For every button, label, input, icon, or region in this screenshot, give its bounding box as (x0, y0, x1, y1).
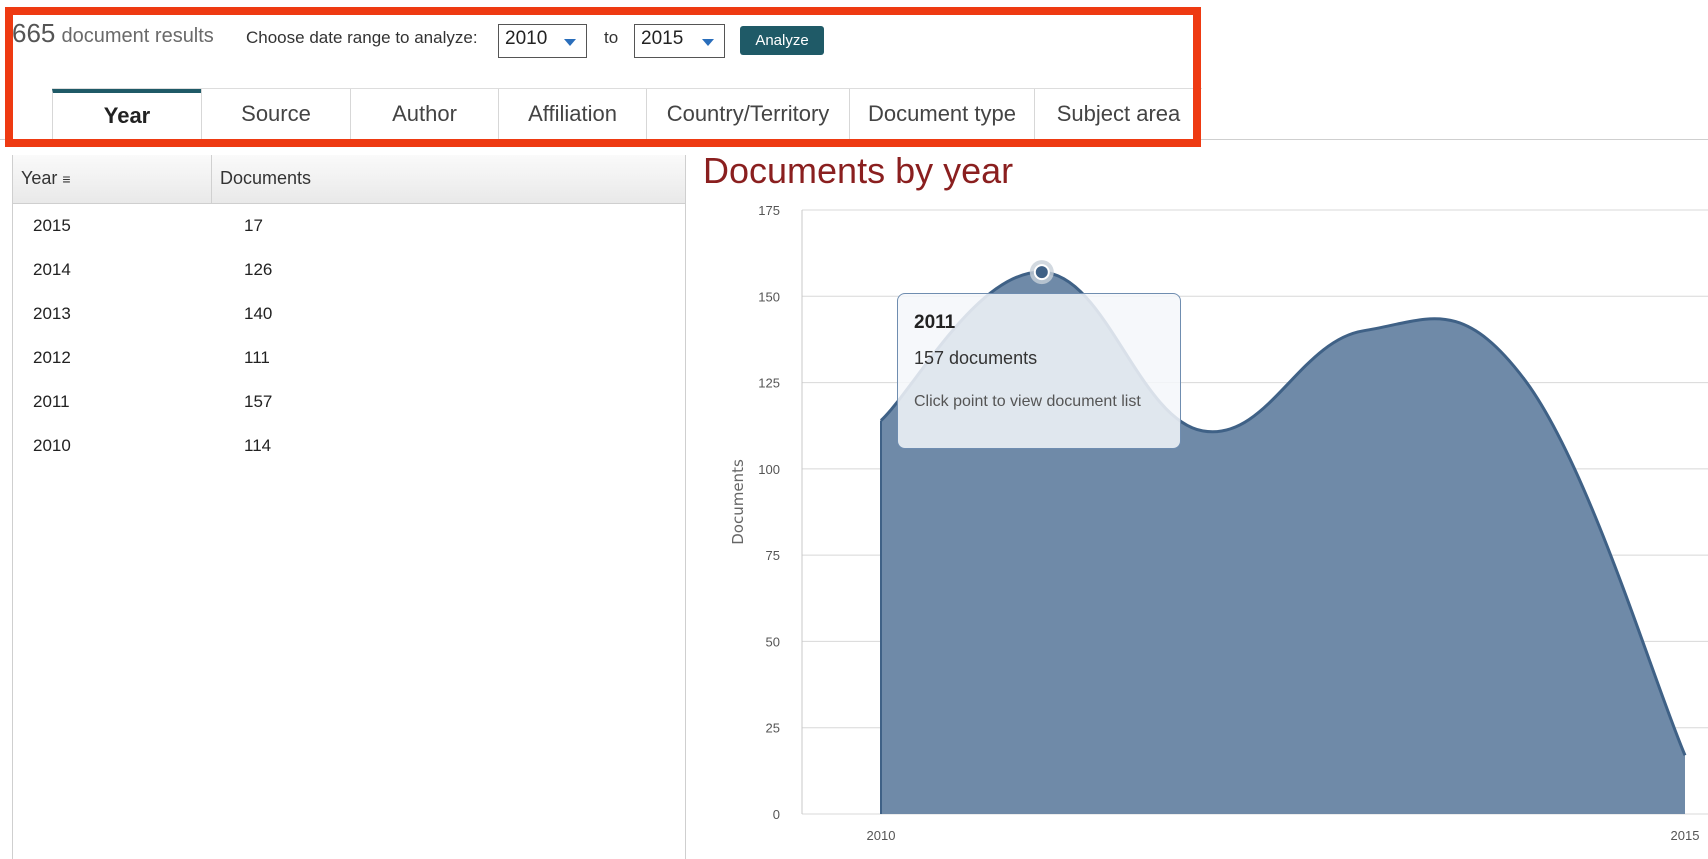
table-row[interactable]: 2011 157 (13, 382, 685, 426)
chevron-down-icon (702, 39, 714, 46)
y-tick-label: 75 (766, 548, 780, 563)
analysis-toolbar: 665 document results Choose date range t… (0, 0, 1708, 140)
tab-country-territory[interactable]: Country/Territory (646, 89, 849, 139)
year-cell: 2012 (33, 348, 71, 367)
y-tick-label: 25 (766, 721, 780, 736)
to-label: to (604, 28, 619, 47)
tab-author[interactable]: Author (350, 89, 498, 139)
sort-icon: ≡ (62, 171, 71, 187)
tab-subject-area[interactable]: Subject area (1034, 89, 1202, 139)
table-row[interactable]: 2013 140 (13, 294, 685, 338)
to-year-select[interactable]: 2015 (634, 24, 725, 58)
year-table: Year ≡ Documents 2015 17 2014 126 2013 1… (12, 155, 686, 859)
y-tick-label: 125 (758, 376, 780, 391)
tooltip-year: 2011 (914, 312, 956, 333)
year-cell: 2011 (33, 392, 70, 411)
analyze-button[interactable]: Analyze (740, 26, 824, 55)
tab-document-type[interactable]: Document type (849, 89, 1034, 139)
chart-tooltip: 2011 157 documents Click point to view d… (897, 293, 1181, 449)
chevron-down-icon (564, 39, 576, 46)
date-range-label: Choose date range to analyze: (246, 28, 478, 47)
to-year-value: 2015 (641, 28, 684, 49)
documents-cell[interactable]: 126 (244, 260, 272, 280)
column-divider (211, 155, 212, 203)
tab-year[interactable]: Year (52, 89, 201, 139)
y-tick-label: 50 (766, 634, 780, 649)
x-tick-label: 2015 (1671, 828, 1700, 843)
table-row[interactable]: 2010 114 (13, 426, 685, 470)
y-tick-label: 0 (773, 807, 780, 822)
results-count: 665 (12, 18, 56, 48)
tab-source[interactable]: Source (201, 89, 350, 139)
documents-cell[interactable]: 140 (244, 304, 272, 324)
documents-column-header[interactable]: Documents (220, 168, 311, 189)
table-row[interactable]: 2015 17 (13, 206, 685, 250)
from-year-select[interactable]: 2010 (498, 24, 587, 58)
year-cell: 2014 (33, 260, 71, 279)
year-cell: 2015 (33, 216, 71, 235)
y-tick-label: 100 (758, 462, 780, 477)
documents-cell[interactable]: 157 (244, 392, 272, 412)
tab-affiliation[interactable]: Affiliation (498, 89, 646, 139)
y-tick-label: 150 (758, 289, 780, 304)
documents-by-year-chart: Documents by year 0 25 50 75 100 125 150 175 Doc… (685, 140, 1708, 859)
table-row[interactable]: 2014 126 (13, 250, 685, 294)
year-cell: 2013 (33, 304, 71, 323)
x-tick-label: 2010 (867, 828, 896, 843)
results-summary: 665 document results (12, 18, 214, 49)
year-cell: 2010 (33, 436, 71, 455)
table-row[interactable]: 2012 111 (13, 338, 685, 382)
documents-cell[interactable]: 111 (244, 348, 270, 368)
table-header: Year ≡ Documents (13, 155, 685, 204)
documents-cell[interactable]: 17 (244, 216, 263, 236)
year-column-header[interactable]: Year ≡ (21, 168, 71, 189)
from-year-value: 2010 (505, 28, 548, 49)
area-chart: 0 25 50 75 100 125 150 175 Documents 2010 2015 (729, 203, 1708, 843)
year-header-label: Year (21, 168, 58, 188)
tooltip-hint: Click point to view document list (914, 393, 1141, 410)
results-label: document results (61, 25, 214, 47)
y-tick-label: 175 (758, 203, 780, 218)
y-axis-label: Documents (729, 459, 747, 545)
documents-cell[interactable]: 114 (244, 436, 271, 456)
analysis-tabs: Year Source Author Affiliation Country/T… (52, 88, 1202, 139)
tooltip-documents: 157 documents (914, 348, 1038, 368)
highlighted-point[interactable] (1033, 264, 1050, 281)
